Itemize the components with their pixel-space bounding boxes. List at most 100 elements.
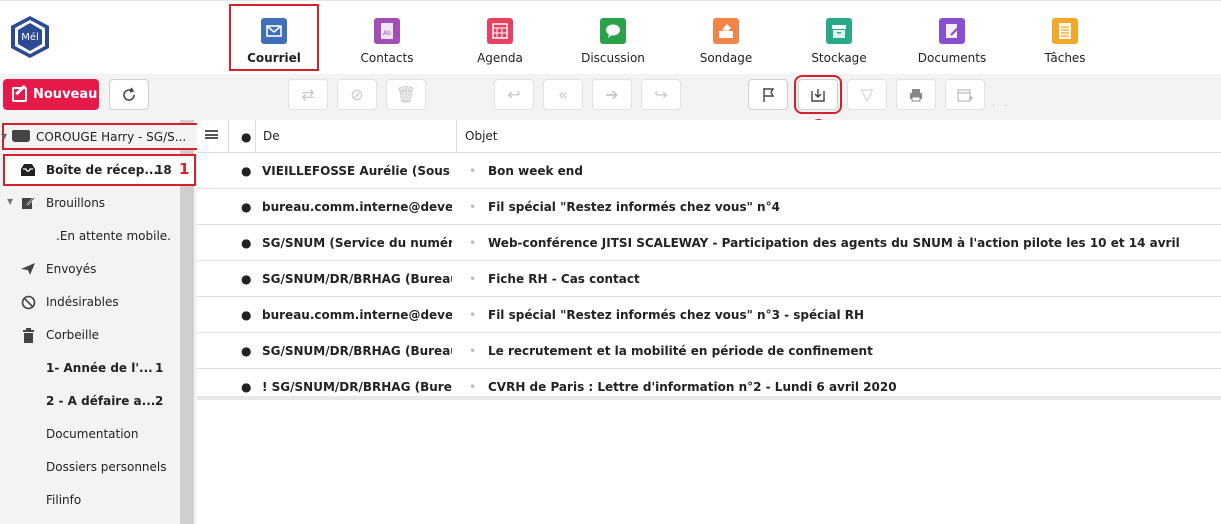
nav-label: Stockage [811, 51, 867, 65]
folder-label: Indésirables [46, 295, 119, 309]
folder-spam[interactable]: Indésirables [0, 286, 180, 319]
column-separator [456, 120, 457, 153]
flag-button[interactable] [748, 79, 788, 110]
print-button[interactable] [896, 79, 936, 110]
reply-all-button[interactable]: « [543, 79, 583, 110]
top-navigation: Mél Courriel Ab Contacts Agenda Discussi… [0, 0, 1221, 74]
column-separator [228, 120, 229, 153]
message-row[interactable]: ● VIEILLEFOSSE Aurélie (Sous di... • Bon… [197, 153, 1221, 189]
drafts-icon [20, 196, 36, 212]
folder-label: Dossiers personnels [46, 460, 167, 474]
message-from: SG/SNUM (Service du numéri... [262, 236, 452, 250]
mail-icon [261, 18, 287, 44]
nav-agenda[interactable]: Agenda [445, 18, 555, 65]
list-options-icon[interactable] [205, 130, 218, 139]
list-header: ● De Objet [197, 120, 1221, 153]
folder-label: Corbeille [46, 328, 100, 342]
folder-en-attente-mobile[interactable]: .En attente mobile. [0, 220, 180, 253]
block-icon: ⊘ [350, 85, 364, 104]
message-subject: Web-conférence JITSI SCALEWAY - Particip… [488, 236, 1180, 250]
unread-dot-icon[interactable]: ● [241, 164, 251, 178]
message-subject: Le recrutement et la mobilité en période… [488, 344, 873, 358]
logo-text: Mél [21, 31, 39, 43]
message-subject: CVRH de Paris : Lettre d'information n°2… [488, 380, 897, 394]
unread-dot-icon[interactable]: ● [241, 272, 251, 286]
poll-icon [713, 18, 739, 44]
more-dots[interactable]: . . [992, 98, 1011, 109]
column-header-from[interactable]: De [263, 129, 280, 143]
unread-count: 2 [155, 394, 164, 408]
expand-icon[interactable]: ▼ [1, 132, 7, 141]
redirect-button[interactable]: ↪ [641, 79, 681, 110]
status-dot-icon: • [469, 344, 477, 358]
unread-dot-icon[interactable]: ● [241, 380, 251, 394]
mark-spam-button[interactable]: ⊘ [337, 79, 377, 110]
mel-logo[interactable]: Mél [9, 15, 51, 59]
forward-button[interactable]: ➔ [592, 79, 632, 110]
delete-button[interactable]: 🗑 [386, 79, 426, 110]
account-label: COROUGE Harry - SG/S... [36, 130, 187, 144]
folder-label: Brouillons [46, 196, 106, 210]
unread-dot-icon[interactable]: ● [241, 200, 251, 214]
message-from: SG/SNUM/DR/BRHAG (Bureau... [262, 344, 452, 358]
unread-column-icon[interactable]: ● [241, 130, 251, 144]
archive-download-icon [811, 89, 825, 102]
reply-button[interactable]: ↩ [494, 79, 534, 110]
move-button[interactable]: ⇄ [288, 79, 328, 110]
nav-taches[interactable]: Tâches [1010, 18, 1120, 65]
reply-all-icon: « [558, 85, 568, 104]
contacts-icon: Ab [374, 18, 400, 44]
message-list: ● De Objet ● VIEILLEFOSSE Aurélie (Sous … [197, 120, 1221, 400]
new-message-button[interactable]: Nouveau [3, 79, 99, 110]
message-row[interactable]: ● bureau.comm.interne@devel... • Fil spé… [197, 189, 1221, 225]
status-dot-icon: • [469, 236, 477, 250]
archive-button[interactable] [794, 75, 842, 114]
folder-annee[interactable]: 1- Année de l'... 1 [0, 352, 180, 385]
nav-label: Courriel [247, 51, 301, 65]
unread-count: 1 [155, 361, 164, 375]
message-row[interactable]: ● SG/SNUM/DR/BRHAG (Bureau ... • Fiche R… [197, 261, 1221, 297]
status-dot-icon: • [469, 308, 477, 322]
unread-dot-icon[interactable]: ● [241, 308, 251, 322]
folder-drafts[interactable]: ▼ Brouillons [0, 187, 180, 220]
nav-sondage[interactable]: Sondage [671, 18, 781, 65]
column-header-subject[interactable]: Objet [465, 129, 497, 143]
message-from: SG/SNUM/DR/BRHAG (Bureau ... [262, 272, 452, 286]
filter-button[interactable]: ▽ [847, 79, 887, 110]
nav-discussion[interactable]: Discussion [558, 18, 668, 65]
new-button-label: Nouveau [33, 87, 98, 102]
account-selector[interactable]: ▼ COROUGE Harry - SG/S... [1, 123, 200, 150]
collapse-icon[interactable]: ▼ [7, 197, 13, 206]
folder-trash[interactable]: Corbeille [0, 319, 180, 352]
nav-stockage[interactable]: Stockage [784, 18, 894, 65]
message-subject: Fil spécial "Restez informés chez vous" … [488, 200, 780, 214]
folder-label: 2 - A défaire a... [46, 394, 156, 408]
nav-courriel[interactable]: Courriel [219, 18, 329, 65]
refresh-icon [123, 87, 135, 101]
message-subject: Bon week end [488, 164, 583, 178]
list-footer-border [197, 396, 1221, 400]
documents-icon [939, 18, 965, 44]
folder-a-defaire[interactable]: 2 - A défaire a... 2 [0, 385, 180, 418]
folder-dossiers-personnels[interactable]: Dossiers personnels [0, 451, 180, 484]
message-from: bureau.comm.interne@devel... [262, 200, 452, 214]
folder-filinfo[interactable]: Filinfo [0, 484, 180, 517]
folder-inbox[interactable]: Boîte de récep... 18 [0, 154, 180, 187]
status-dot-icon: • [469, 272, 477, 286]
message-row[interactable]: ● bureau.comm.interne@devel... • Fil spé… [197, 297, 1221, 333]
message-row[interactable]: ● SG/SNUM (Service du numéri... • Web-co… [197, 225, 1221, 261]
calendar-add-icon [957, 89, 973, 102]
nav-contacts[interactable]: Ab Contacts [332, 18, 442, 65]
unread-dot-icon[interactable]: ● [241, 344, 251, 358]
nav-documents[interactable]: Documents [897, 18, 1007, 65]
unread-dot-icon[interactable]: ● [241, 236, 251, 250]
spam-icon [20, 295, 36, 311]
chat-icon [600, 18, 626, 44]
message-row[interactable]: ● SG/SNUM/DR/BRHAG (Bureau... • Le recru… [197, 333, 1221, 369]
nav-label: Discussion [581, 51, 645, 65]
refresh-button[interactable] [109, 79, 149, 110]
compose-icon [12, 87, 27, 102]
folder-documentation[interactable]: Documentation [0, 418, 180, 451]
add-to-calendar-button[interactable] [945, 79, 985, 110]
folder-sent[interactable]: Envoyés [0, 253, 180, 286]
